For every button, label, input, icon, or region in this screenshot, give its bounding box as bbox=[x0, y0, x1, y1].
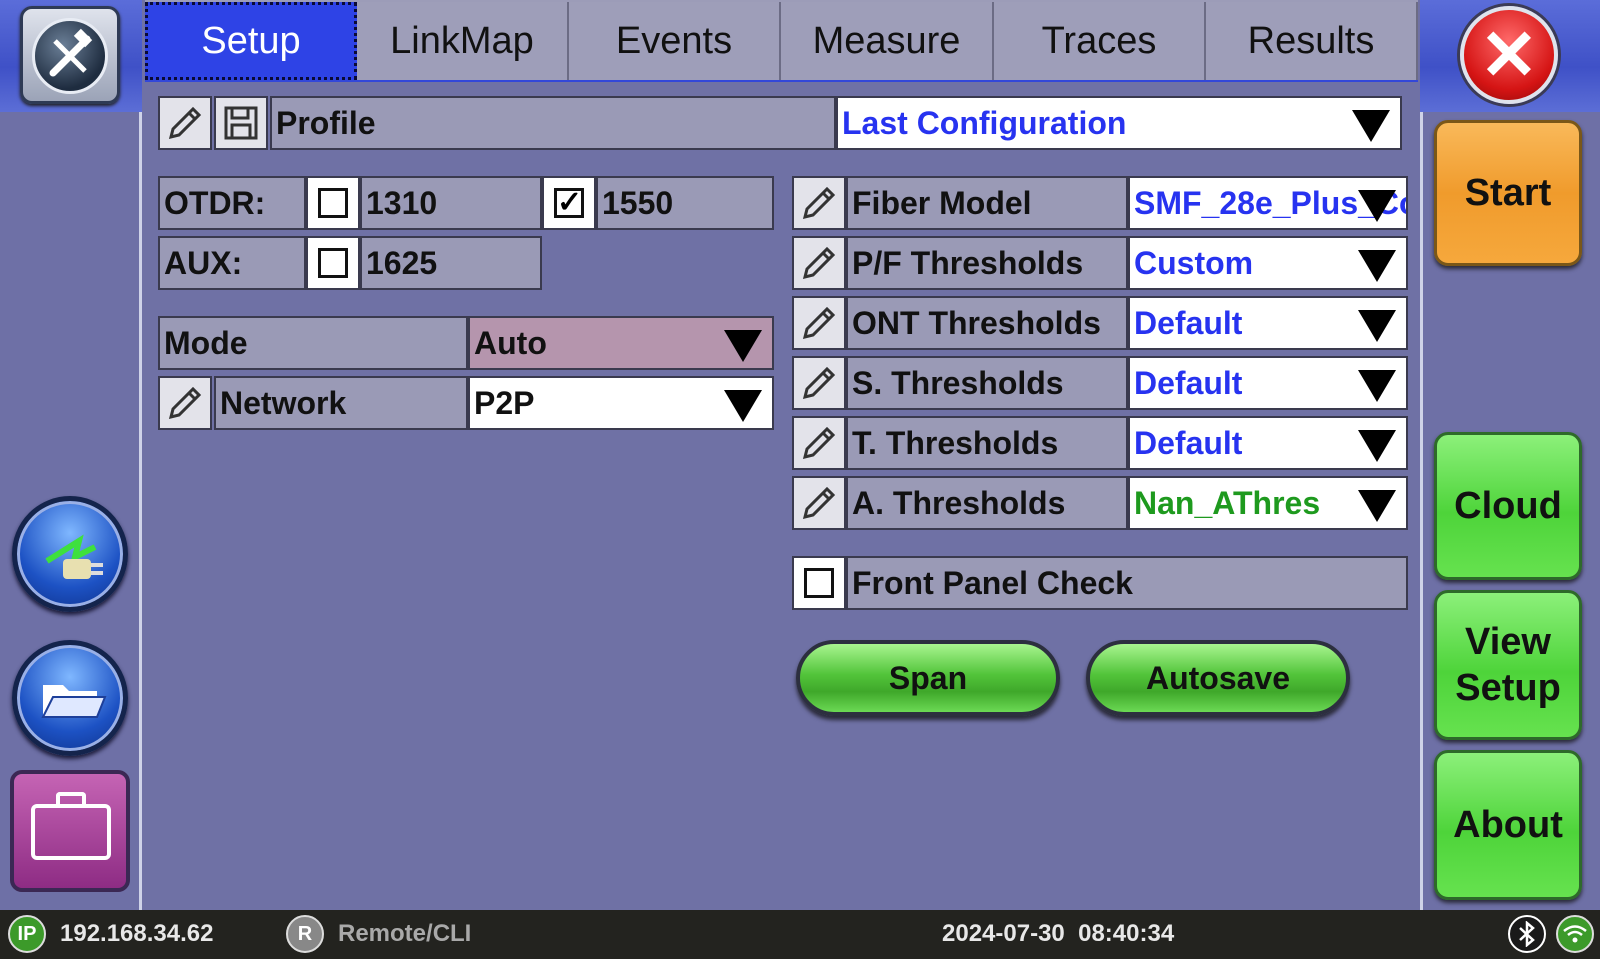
profile-edit-button[interactable] bbox=[158, 96, 212, 150]
save-icon bbox=[224, 106, 258, 140]
tab-results[interactable]: Results bbox=[1206, 2, 1418, 80]
t-thresholds-edit-button[interactable] bbox=[792, 416, 846, 470]
dropdown-arrow-icon bbox=[1352, 110, 1390, 142]
pencil-icon bbox=[168, 386, 202, 420]
span-button[interactable]: Span bbox=[796, 640, 1060, 716]
wifi-icon bbox=[1556, 915, 1594, 953]
mode-dropdown[interactable]: Auto bbox=[468, 316, 774, 370]
profile-value: Last Configuration bbox=[842, 104, 1127, 141]
pencil-icon bbox=[802, 426, 836, 460]
ip-badge: IP bbox=[8, 915, 46, 953]
a-thresholds-dropdown[interactable]: Nan_AThres bbox=[1128, 476, 1408, 530]
tab-events[interactable]: Events bbox=[569, 2, 781, 80]
a-thresholds-label: A. Thresholds bbox=[846, 476, 1128, 530]
start-button[interactable]: Start bbox=[1434, 120, 1582, 266]
s-thresholds-label: S. Thresholds bbox=[846, 356, 1128, 410]
pf-thresholds-dropdown[interactable]: Custom bbox=[1128, 236, 1408, 290]
status-bar: IP 192.168.34.62 R Remote/CLI 2024-07-30… bbox=[0, 910, 1600, 959]
t-thresholds-value: Default bbox=[1134, 424, 1243, 461]
otdr-1310-label: 1310 bbox=[360, 176, 542, 230]
pencil-icon bbox=[802, 366, 836, 400]
s-thresholds-edit-button[interactable] bbox=[792, 356, 846, 410]
tab-bar: Setup LinkMap Events Measure Traces Resu… bbox=[145, 0, 1418, 82]
otdr-1310-checkbox[interactable] bbox=[306, 176, 360, 230]
network-label: Network bbox=[214, 376, 468, 430]
checkbox-icon bbox=[318, 248, 348, 278]
fiber-model-dropdown[interactable]: SMF_28e_Plus_Co bbox=[1128, 176, 1408, 230]
fiber-model-label: Fiber Model bbox=[846, 176, 1128, 230]
s-thresholds-value: Default bbox=[1134, 364, 1243, 401]
tab-measure[interactable]: Measure bbox=[781, 2, 994, 80]
power-connect-button[interactable] bbox=[12, 496, 128, 612]
tools-icon bbox=[32, 18, 108, 94]
dropdown-arrow-icon bbox=[1358, 250, 1396, 282]
fiber-model-edit-button[interactable] bbox=[792, 176, 846, 230]
otdr-1550-label: 1550 bbox=[596, 176, 774, 230]
otdr-1550-checkbox[interactable]: ✓ bbox=[542, 176, 596, 230]
home-button[interactable] bbox=[20, 6, 120, 104]
ont-thresholds-label: ONT Thresholds bbox=[846, 296, 1128, 350]
mode-value: Auto bbox=[474, 324, 547, 361]
bluetooth-icon bbox=[1508, 915, 1546, 953]
close-button[interactable]: ✕ bbox=[1460, 6, 1558, 104]
t-thresholds-dropdown[interactable]: Default bbox=[1128, 416, 1408, 470]
dropdown-arrow-icon bbox=[1358, 490, 1396, 522]
ont-thresholds-value: Default bbox=[1134, 304, 1243, 341]
aux-1625-label: 1625 bbox=[360, 236, 542, 290]
close-icon: ✕ bbox=[1479, 16, 1539, 94]
profile-save-button[interactable] bbox=[214, 96, 268, 150]
dropdown-arrow-icon bbox=[1358, 310, 1396, 342]
autosave-button[interactable]: Autosave bbox=[1086, 640, 1350, 716]
a-thresholds-value: Nan_AThres bbox=[1134, 484, 1321, 521]
view-setup-button[interactable]: View Setup bbox=[1434, 590, 1582, 740]
dropdown-arrow-icon bbox=[1358, 190, 1396, 222]
file-manager-button[interactable] bbox=[12, 640, 128, 756]
ont-thresholds-edit-button[interactable] bbox=[792, 296, 846, 350]
otdr-label: OTDR: bbox=[158, 176, 306, 230]
front-panel-check-label: Front Panel Check bbox=[846, 556, 1408, 610]
mode-label: Mode bbox=[158, 316, 468, 370]
checkbox-icon bbox=[318, 188, 348, 218]
ont-thresholds-dropdown[interactable]: Default bbox=[1128, 296, 1408, 350]
dropdown-arrow-icon bbox=[724, 330, 762, 362]
t-thresholds-label: T. Thresholds bbox=[846, 416, 1128, 470]
aux-label: AUX: bbox=[158, 236, 306, 290]
pencil-icon bbox=[802, 306, 836, 340]
s-thresholds-dropdown[interactable]: Default bbox=[1128, 356, 1408, 410]
checkbox-icon bbox=[804, 568, 834, 598]
profile-label: Profile bbox=[270, 96, 836, 150]
pencil-icon bbox=[802, 246, 836, 280]
dropdown-arrow-icon bbox=[1358, 430, 1396, 462]
ip-address: 192.168.34.62 bbox=[60, 920, 214, 947]
power-connect-icon bbox=[45, 534, 103, 579]
tab-traces[interactable]: Traces bbox=[994, 2, 1206, 80]
pf-thresholds-edit-button[interactable] bbox=[792, 236, 846, 290]
remote-badge: R bbox=[286, 915, 324, 953]
toolbox-button[interactable] bbox=[10, 770, 130, 892]
dropdown-arrow-icon bbox=[724, 390, 762, 422]
a-thresholds-edit-button[interactable] bbox=[792, 476, 846, 530]
network-dropdown[interactable]: P2P bbox=[468, 376, 774, 430]
folder-icon bbox=[41, 685, 107, 718]
pf-thresholds-value: Custom bbox=[1134, 244, 1254, 281]
cloud-button[interactable]: Cloud bbox=[1434, 432, 1582, 580]
pencil-icon bbox=[802, 186, 836, 220]
tab-linkmap[interactable]: LinkMap bbox=[357, 2, 569, 80]
date-time: 2024-07-30 08:40:34 bbox=[942, 920, 1175, 947]
aux-1625-checkbox[interactable] bbox=[306, 236, 360, 290]
pencil-icon bbox=[802, 486, 836, 520]
network-value: P2P bbox=[474, 384, 535, 421]
front-panel-check-checkbox[interactable] bbox=[792, 556, 846, 610]
about-button[interactable]: About bbox=[1434, 750, 1582, 900]
profile-dropdown[interactable]: Last Configuration bbox=[836, 96, 1402, 150]
pf-thresholds-label: P/F Thresholds bbox=[846, 236, 1128, 290]
network-edit-button[interactable] bbox=[158, 376, 212, 430]
checkbox-icon: ✓ bbox=[554, 188, 584, 218]
dropdown-arrow-icon bbox=[1358, 370, 1396, 402]
tab-setup[interactable]: Setup bbox=[145, 2, 357, 80]
remote-cli-status: Remote/CLI bbox=[338, 920, 472, 947]
pencil-icon bbox=[168, 106, 202, 140]
